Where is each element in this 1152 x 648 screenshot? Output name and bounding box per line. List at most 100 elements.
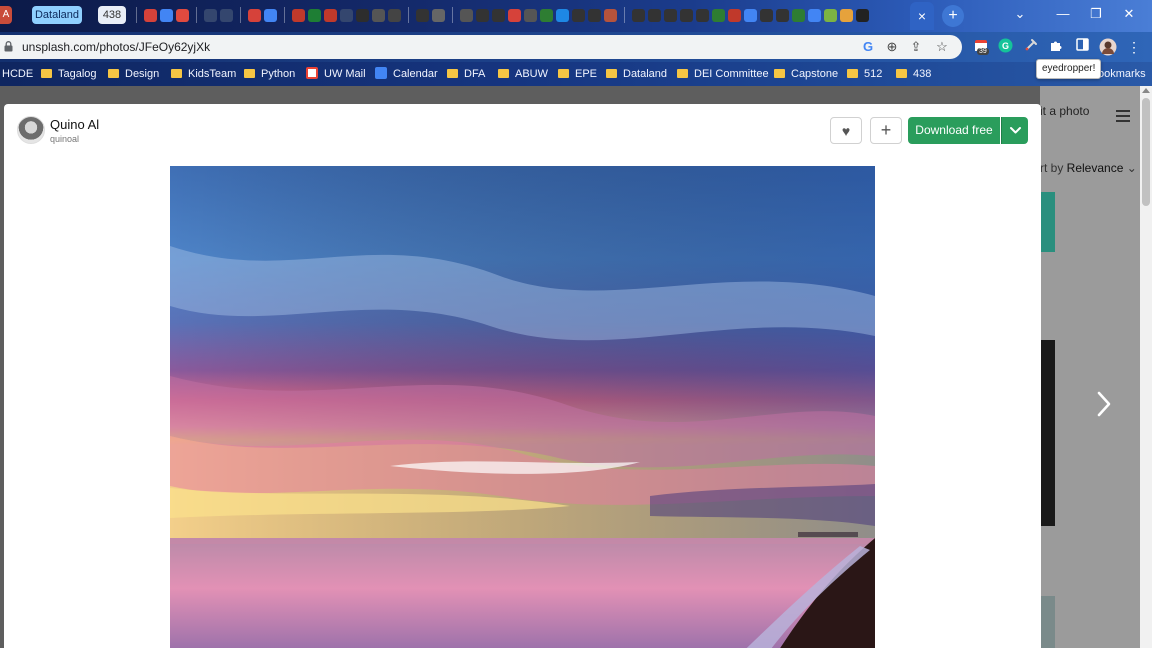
grammarly-icon[interactable]: G bbox=[996, 38, 1014, 56]
extensions-puzzle-icon[interactable] bbox=[1047, 38, 1065, 56]
tab-favicon-icon[interactable] bbox=[664, 8, 677, 22]
folder-icon bbox=[896, 69, 907, 78]
tab-favicon-icon[interactable] bbox=[792, 8, 805, 22]
tab-favicon-icon[interactable] bbox=[824, 8, 837, 22]
bookmark-folder-abuw[interactable]: ABUW bbox=[498, 66, 548, 82]
tab-favicon-icon[interactable] bbox=[160, 8, 173, 22]
tab-favicon-icon[interactable] bbox=[648, 8, 661, 22]
tab-favicon-icon[interactable] bbox=[416, 8, 429, 22]
bookmark-folder-438[interactable]: 438 bbox=[896, 66, 931, 82]
bookmark-star-icon[interactable]: ☆ bbox=[934, 39, 950, 55]
address-bar[interactable]: unsplash.com/photos/JFeOy62yjXk G ⊕ ⇪ ☆ bbox=[0, 35, 962, 59]
tab-favicons-group[interactable] bbox=[132, 4, 869, 26]
bookmark-folder-tagalog[interactable]: Tagalog bbox=[41, 66, 97, 82]
background-photo-thumbnail[interactable] bbox=[1040, 192, 1055, 252]
tab-favicon-icon[interactable] bbox=[340, 8, 353, 22]
bookmark-calendar[interactable]: Calendar bbox=[375, 66, 438, 82]
tab-favicon-icon[interactable] bbox=[476, 8, 489, 22]
download-button[interactable]: Download free bbox=[908, 117, 1000, 144]
tab-favicon-icon[interactable] bbox=[728, 8, 741, 22]
plus-icon: + bbox=[880, 120, 892, 140]
like-button[interactable]: ♥ bbox=[830, 117, 862, 144]
chrome-menu-icon[interactable]: ⋮ bbox=[1125, 38, 1143, 56]
tab-search-button[interactable]: ⌄ bbox=[1000, 0, 1040, 28]
bookmark-hcde[interactable]: HCDE bbox=[2, 66, 33, 82]
google-lens-icon[interactable]: G bbox=[860, 39, 876, 55]
tab-favicon-icon[interactable] bbox=[308, 8, 321, 22]
tab-favicon-icon[interactable] bbox=[604, 8, 617, 22]
tab-favicon-icon[interactable] bbox=[840, 8, 853, 22]
profile-avatar[interactable] bbox=[1099, 38, 1117, 56]
tab-favicon-icon[interactable] bbox=[808, 8, 821, 22]
sunset-photo[interactable] bbox=[170, 166, 875, 648]
bookmark-folder-capstone[interactable]: Capstone bbox=[774, 66, 838, 82]
tab-favicon-icon[interactable] bbox=[432, 8, 445, 22]
bookmark-folder-dataland[interactable]: Dataland bbox=[606, 66, 667, 82]
bookmark-folder-dfa[interactable]: DFA bbox=[447, 66, 485, 82]
background-photo-thumbnail[interactable] bbox=[1040, 596, 1055, 648]
browser-toolbar: unsplash.com/photos/JFeOy62yjXk G ⊕ ⇪ ☆ … bbox=[0, 32, 1152, 62]
tab-favicon-icon[interactable] bbox=[492, 8, 505, 22]
tab-favicon-icon[interactable] bbox=[556, 8, 569, 22]
page-scrollbar[interactable] bbox=[1140, 86, 1152, 648]
download-options-button[interactable] bbox=[1001, 117, 1028, 144]
tab-favicon-icon[interactable] bbox=[632, 8, 645, 22]
bookmark-uw-mail[interactable]: UW Mail bbox=[306, 66, 366, 82]
close-window-button[interactable]: ✕ bbox=[1106, 0, 1152, 28]
tab-favicon-icon[interactable] bbox=[460, 8, 473, 22]
hamburger-menu-icon[interactable] bbox=[1116, 110, 1130, 122]
bookmark-folder-dei-committee[interactable]: DEI Committee bbox=[677, 66, 769, 82]
tab-partial[interactable]: A bbox=[0, 6, 12, 24]
eyedropper-extension-icon[interactable] bbox=[1022, 38, 1040, 56]
tab-favicon-icon[interactable] bbox=[508, 8, 521, 22]
bookmark-folder-design[interactable]: Design bbox=[108, 66, 159, 82]
tab-favicon-icon[interactable] bbox=[760, 8, 773, 22]
submit-photo-link[interactable]: it a photo bbox=[1040, 104, 1089, 118]
bookmark-folder-512[interactable]: 512 bbox=[847, 66, 882, 82]
scrollbar-thumb[interactable] bbox=[1142, 98, 1150, 206]
tab-favicon-icon[interactable] bbox=[776, 8, 789, 22]
author-handle[interactable]: quinoal bbox=[50, 134, 79, 144]
tab-active-close-button[interactable]: × bbox=[910, 2, 934, 30]
all-bookmarks[interactable]: ookmarks bbox=[1098, 66, 1146, 82]
tab-favicon-icon[interactable] bbox=[572, 8, 585, 22]
author-avatar[interactable] bbox=[17, 116, 45, 144]
tab-favicon-icon[interactable] bbox=[292, 8, 305, 22]
sort-dropdown[interactable]: rt by Relevance ⌄ bbox=[1040, 161, 1137, 175]
tab-favicon-icon[interactable] bbox=[524, 8, 537, 22]
tab-favicon-icon[interactable] bbox=[744, 8, 757, 22]
add-to-collection-button[interactable]: + bbox=[870, 117, 902, 144]
background-photo-thumbnail[interactable] bbox=[1040, 340, 1055, 526]
tab-favicon-icon[interactable] bbox=[204, 8, 217, 22]
author-name[interactable]: Quino Al bbox=[50, 117, 99, 132]
tab-favicon-icon[interactable] bbox=[356, 8, 369, 22]
tab-favicon-icon[interactable] bbox=[856, 8, 869, 22]
tab-favicon-icon[interactable] bbox=[248, 8, 261, 22]
tab-favicon-icon[interactable] bbox=[680, 8, 693, 22]
tab-favicon-icon[interactable] bbox=[176, 8, 189, 22]
tab-favicon-icon[interactable] bbox=[696, 8, 709, 22]
tab-favicon-icon[interactable] bbox=[264, 8, 277, 22]
tab-favicon-icon[interactable] bbox=[712, 8, 725, 22]
tab-group-dataland[interactable]: Dataland bbox=[32, 6, 82, 24]
tab-favicon-icon[interactable] bbox=[372, 8, 385, 22]
tab-favicon-icon[interactable] bbox=[220, 8, 233, 22]
tab-favicon-icon[interactable] bbox=[540, 8, 553, 22]
next-photo-arrow-icon[interactable] bbox=[1094, 389, 1114, 419]
extension-badge: 39 bbox=[977, 48, 989, 55]
tab-group-438[interactable]: 438 bbox=[98, 6, 126, 24]
bookmark-folder-epe[interactable]: EPE bbox=[558, 66, 597, 82]
install-app-icon[interactable]: ⊕ bbox=[884, 39, 900, 55]
bookmark-folder-kidsteam[interactable]: KidsTeam bbox=[171, 66, 236, 82]
tab-favicon-icon[interactable] bbox=[388, 8, 401, 22]
share-icon[interactable]: ⇪ bbox=[908, 39, 924, 55]
url-text[interactable]: unsplash.com/photos/JFeOy62yjXk bbox=[22, 40, 210, 54]
tab-favicon-icon[interactable] bbox=[588, 8, 601, 22]
tab-favicon-icon[interactable] bbox=[144, 8, 157, 22]
new-tab-button[interactable]: + bbox=[942, 5, 964, 27]
side-panel-icon[interactable] bbox=[1073, 38, 1091, 56]
tab-favicon-icon[interactable] bbox=[324, 8, 337, 22]
bookmark-folder-python[interactable]: Python bbox=[244, 66, 295, 82]
lock-icon[interactable] bbox=[4, 41, 13, 52]
scroll-up-arrow-icon[interactable] bbox=[1142, 88, 1150, 93]
